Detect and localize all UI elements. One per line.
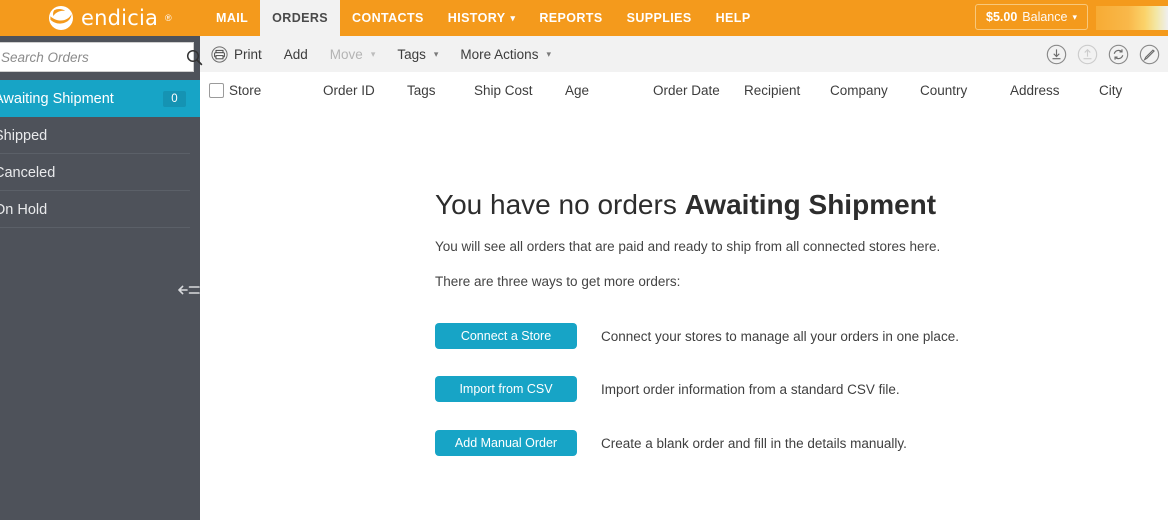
nav-label: SUPPLIES — [626, 11, 692, 25]
headline-normal: You have no orders — [435, 189, 685, 220]
column-header-ship-cost[interactable]: Ship Cost — [474, 72, 533, 109]
empty-state-description: You will see all orders that are paid an… — [435, 239, 941, 254]
sidebar-item-on-hold[interactable]: On Hold — [0, 191, 200, 228]
chevron-down-icon: ▾ — [510, 12, 516, 23]
column-header-recipient[interactable]: Recipient — [744, 72, 800, 109]
orders-page: endicia ® MAIL ORDERS CONTACTS HISTORY ▾… — [0, 0, 1168, 520]
move-button: Move ▾ — [319, 36, 387, 72]
nav-item-mail[interactable]: MAIL — [204, 0, 260, 36]
sidebar-item-label: Awaiting Shipment — [0, 90, 114, 107]
add-manual-order-description: Create a blank order and fill in the det… — [601, 435, 907, 451]
top-navigation-bar: endicia ® MAIL ORDERS CONTACTS HISTORY ▾… — [0, 0, 1168, 36]
toolbar-right-icons — [1046, 36, 1160, 72]
brand-trademark: ® — [165, 13, 172, 23]
sidebar-item-awaiting-shipment[interactable]: Awaiting Shipment 0 — [0, 80, 200, 117]
column-header-age[interactable]: Age — [565, 72, 589, 109]
orders-sidebar: Awaiting Shipment 0 Shipped Canceled On … — [0, 36, 203, 520]
nav-item-supplies[interactable]: SUPPLIES — [615, 0, 704, 36]
tags-label: Tags — [397, 46, 426, 62]
select-all-checkbox[interactable] — [209, 83, 224, 98]
sidebar-item-canceled[interactable]: Canceled — [0, 154, 200, 191]
nav-item-contacts[interactable]: CONTACTS — [340, 0, 436, 36]
brand-name: endicia — [81, 6, 159, 30]
divider — [0, 227, 190, 228]
nav-label: HISTORY — [447, 11, 506, 25]
upload-icon — [1077, 44, 1098, 64]
empty-state-subheading: There are three ways to get more orders: — [435, 274, 681, 289]
column-header-company[interactable]: Company — [830, 72, 888, 109]
collapse-sidebar-row — [0, 273, 216, 307]
add-manual-order-button[interactable]: Add Manual Order — [435, 430, 577, 456]
headline-bold: Awaiting Shipment — [684, 189, 937, 220]
chevron-down-icon: ▾ — [546, 48, 551, 59]
search-orders-box[interactable] — [0, 42, 203, 72]
import-from-csv-description: Import order information from a standard… — [601, 381, 900, 397]
move-label: Move — [329, 46, 363, 62]
nav-label: HELP — [715, 11, 751, 25]
more-actions-button[interactable]: More Actions ▾ — [449, 36, 562, 72]
refresh-icon[interactable] — [1108, 44, 1129, 65]
column-header-address[interactable]: Address — [1010, 72, 1060, 109]
status-badge: 0 — [163, 90, 186, 107]
sidebar-item-label: Canceled — [0, 164, 56, 181]
chevron-down-icon: ▾ — [370, 48, 376, 59]
column-header-city[interactable]: City — [1099, 72, 1122, 109]
sidebar-item-label: On Hold — [0, 201, 48, 218]
endicia-leaf-logo-icon — [49, 6, 73, 30]
cta-row-import-csv: Import from CSV Import order information… — [435, 376, 900, 402]
balance-label: Balance — [1022, 10, 1068, 24]
nav-label: ORDERS — [272, 11, 329, 25]
sidebar-item-label: Shipped — [0, 127, 48, 144]
nav-item-history[interactable]: HISTORY ▾ — [436, 0, 528, 36]
column-header-order-date[interactable]: Order Date — [653, 72, 720, 109]
chevron-down-icon: ▾ — [1072, 11, 1077, 22]
download-icon[interactable] — [1046, 44, 1067, 65]
more-actions-label: More Actions — [460, 46, 539, 62]
sidebar-status-list: Awaiting Shipment 0 Shipped Canceled On … — [0, 80, 200, 295]
balance-button[interactable]: $5.00 Balance ▾ — [975, 4, 1088, 30]
orders-empty-state: You have no orders Awaiting Shipment You… — [200, 109, 1168, 520]
column-header-country[interactable]: Country — [920, 72, 967, 109]
print-button[interactable]: Print — [200, 36, 273, 72]
nav-item-orders[interactable]: ORDERS — [260, 0, 341, 36]
main-nav: MAIL ORDERS CONTACTS HISTORY ▾ REPORTS S… — [204, 0, 763, 36]
edit-icon[interactable] — [1139, 44, 1160, 65]
printer-icon — [211, 45, 228, 63]
chevron-down-icon: ▾ — [433, 48, 439, 59]
connect-a-store-button[interactable]: Connect a Store — [435, 323, 577, 349]
import-from-csv-button[interactable]: Import from CSV — [435, 376, 577, 402]
column-header-store[interactable]: Store — [229, 72, 261, 109]
add-label: Add — [283, 46, 308, 62]
add-button[interactable]: Add — [273, 36, 319, 72]
cta-row-connect-store: Connect a Store Connect your stores to m… — [435, 323, 959, 349]
tags-button[interactable]: Tags ▾ — [386, 36, 449, 72]
search-input[interactable] — [0, 44, 186, 70]
balance-amount: $5.00 — [986, 10, 1018, 24]
search-icon[interactable] — [186, 49, 203, 66]
nav-item-help[interactable]: HELP — [704, 0, 763, 36]
top-right-gradient-strip — [1096, 6, 1168, 30]
cta-row-add-manual-order: Add Manual Order Create a blank order an… — [435, 430, 907, 456]
nav-label: MAIL — [216, 11, 249, 25]
orders-table-header: Store Order ID Tags Ship Cost Age Order … — [200, 72, 1168, 110]
page-title: You have no orders Awaiting Shipment — [435, 189, 936, 221]
sidebar-item-shipped[interactable]: Shipped — [0, 117, 200, 154]
column-header-tags[interactable]: Tags — [407, 72, 436, 109]
orders-toolbar: Print Add Move ▾ Tags ▾ More Actions ▾ — [200, 36, 1168, 73]
nav-label: CONTACTS — [352, 11, 424, 25]
nav-item-reports[interactable]: REPORTS — [527, 0, 614, 36]
column-header-order-id[interactable]: Order ID — [323, 72, 375, 109]
collapse-sidebar-icon[interactable] — [178, 283, 200, 297]
nav-label: REPORTS — [539, 11, 603, 25]
brand-logo-area[interactable]: endicia ® — [48, 2, 172, 34]
print-label: Print — [234, 46, 262, 62]
connect-a-store-description: Connect your stores to manage all your o… — [601, 328, 959, 344]
